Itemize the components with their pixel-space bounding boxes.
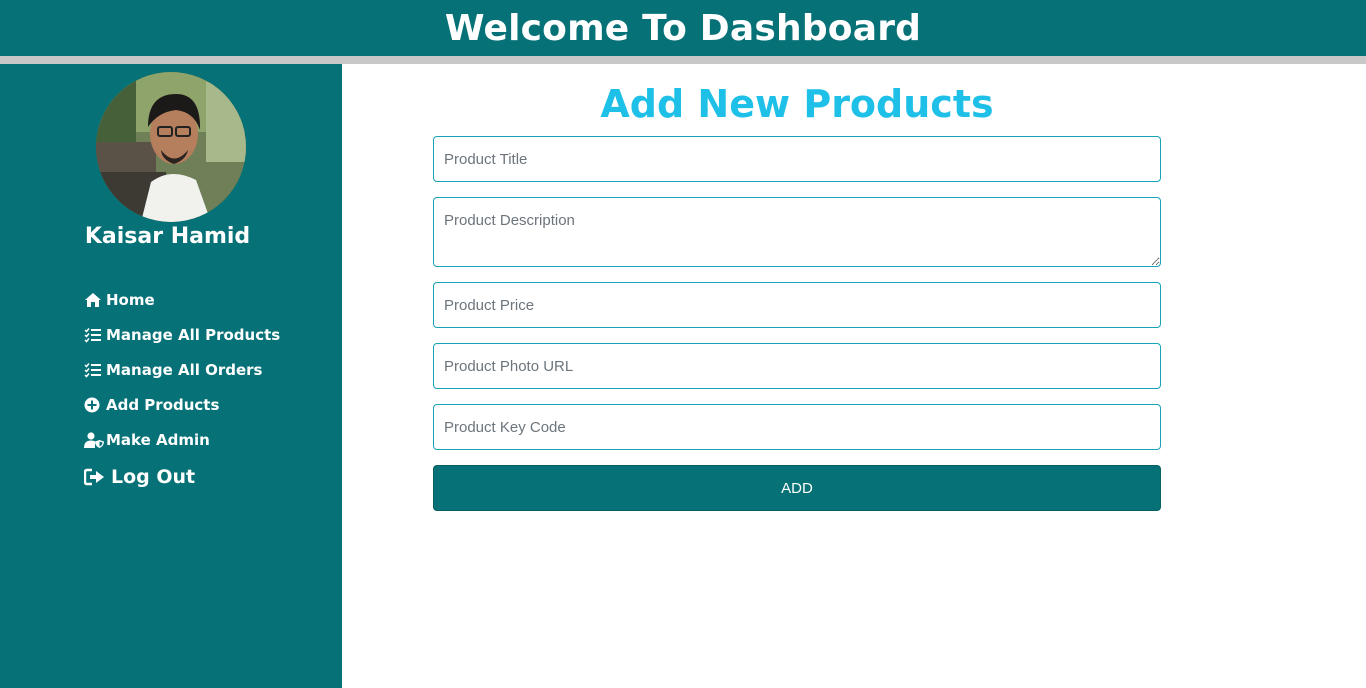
- page-title: Add New Products: [600, 82, 994, 126]
- home-icon: [84, 291, 104, 309]
- sidebar-item-label: Home: [106, 290, 155, 309]
- product-price-input[interactable]: [433, 282, 1161, 328]
- sidebar-item-home[interactable]: Home: [84, 282, 280, 317]
- sidebar-nav: Home Manage All Products Manage All Orde…: [84, 282, 280, 457]
- product-title-input[interactable]: [433, 136, 1161, 182]
- user-shield-icon: [84, 431, 104, 449]
- checklist-icon: [84, 326, 104, 344]
- sign-out-icon: [84, 467, 108, 487]
- top-header: Welcome To Dashboard: [0, 0, 1366, 56]
- sidebar-item-manage-all-orders[interactable]: Manage All Orders: [84, 352, 280, 387]
- sidebar-item-manage-all-products[interactable]: Manage All Products: [84, 317, 280, 352]
- sidebar: Kaisar Hamid Home Manage All Products Ma…: [0, 64, 342, 688]
- product-photo-url-input[interactable]: [433, 343, 1161, 389]
- sidebar-item-add-products[interactable]: Add Products: [84, 387, 280, 422]
- product-key-code-input[interactable]: [433, 404, 1161, 450]
- header-divider: [0, 56, 1366, 64]
- sidebar-item-make-admin[interactable]: Make Admin: [84, 422, 280, 457]
- product-description-input[interactable]: [433, 197, 1161, 267]
- plus-circle-icon: [84, 396, 104, 414]
- add-button[interactable]: ADD: [433, 465, 1161, 511]
- sidebar-item-label: Manage All Orders: [106, 360, 263, 379]
- sidebar-item-label: Manage All Products: [106, 325, 281, 344]
- logout-button[interactable]: Log Out: [84, 466, 195, 488]
- sidebar-item-label: Add Products: [106, 395, 220, 414]
- checklist-icon: [84, 361, 104, 379]
- sidebar-item-label: Make Admin: [106, 430, 210, 449]
- logout-label: Log Out: [111, 466, 196, 488]
- avatar: [96, 72, 246, 222]
- page-header-title: Welcome To Dashboard: [444, 7, 922, 49]
- profile-name: Kaisar Hamid: [84, 224, 251, 249]
